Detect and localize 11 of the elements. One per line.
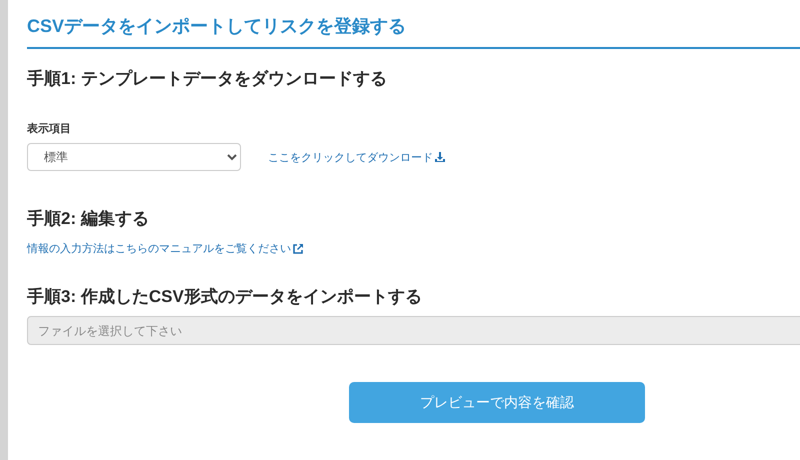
file-input-field[interactable]: ファイルを選択して下さい [27, 316, 800, 345]
step-heading: 手順1: テンプレートデータをダウンロードする [27, 68, 388, 90]
display-select[interactable]: 標準 [27, 143, 241, 171]
download-link[interactable]: ここをクリックしてダウンロード [268, 150, 446, 164]
download-icon [434, 151, 446, 163]
step-heading: 手順3: 作成したCSV形式のデータをインポートする [27, 286, 423, 308]
step-heading: 手順2: 編集する [27, 208, 150, 230]
page-title: CSVデータをインポートしてリスクを登録する [27, 14, 800, 49]
manual-link[interactable]: 情報の入力方法はこちらのマニュアルをご覧ください [27, 241, 304, 256]
external-link-icon [292, 242, 304, 254]
field-label: 表示項目 [27, 122, 72, 136]
